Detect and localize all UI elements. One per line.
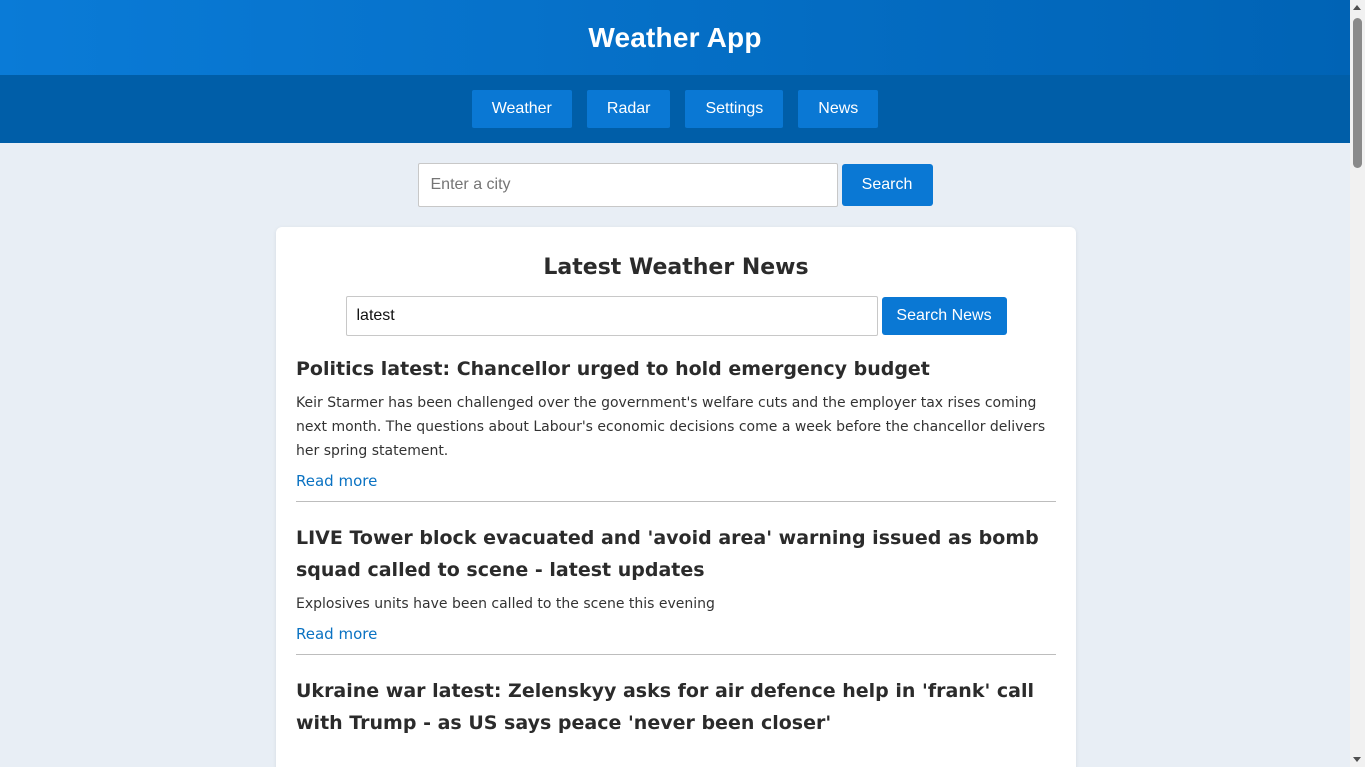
scroll-down-arrow-icon[interactable] — [1353, 757, 1361, 762]
app-header: Weather App — [0, 0, 1350, 75]
news-search-bar: Search News — [296, 296, 1056, 336]
news-article: Politics latest: Chancellor urged to hol… — [296, 353, 1056, 502]
news-article: Ukraine war latest: Zelenskyy asks for a… — [296, 675, 1056, 749]
city-search-input[interactable] — [417, 163, 838, 207]
news-panel: Latest Weather News Search News Politics… — [276, 227, 1076, 767]
page: Weather App Weather Radar Settings News … — [0, 0, 1350, 767]
main-nav: Weather Radar Settings News — [0, 75, 1350, 143]
article-summary: Explosives units have been called to the… — [296, 596, 715, 612]
nav-weather-button[interactable]: Weather — [471, 90, 572, 128]
news-search-input[interactable] — [345, 296, 878, 336]
app-title: Weather App — [588, 21, 762, 53]
nav-radar-button[interactable]: Radar — [586, 90, 671, 128]
article-title: LIVE Tower block evacuated and 'avoid ar… — [296, 527, 1039, 581]
read-more-link[interactable]: Read more — [296, 624, 377, 644]
news-heading: Latest Weather News — [543, 255, 809, 280]
read-more-link[interactable]: Read more — [296, 471, 377, 491]
news-article: LIVE Tower block evacuated and 'avoid ar… — [296, 522, 1056, 655]
article-title: Ukraine war latest: Zelenskyy asks for a… — [296, 680, 1034, 734]
article-summary: Keir Starmer has been challenged over th… — [296, 395, 1046, 459]
article-title: Politics latest: Chancellor urged to hol… — [296, 358, 930, 380]
scroll-up-arrow-icon[interactable] — [1353, 5, 1361, 10]
news-search-button[interactable]: Search News — [881, 297, 1007, 335]
nav-settings-button[interactable]: Settings — [685, 90, 784, 128]
scrollbar-thumb[interactable] — [1353, 18, 1362, 168]
nav-news-button[interactable]: News — [798, 90, 879, 128]
page-scrollbar[interactable] — [1350, 0, 1365, 767]
city-search-bar: Search — [0, 163, 1350, 207]
city-search-button[interactable]: Search — [841, 164, 933, 206]
